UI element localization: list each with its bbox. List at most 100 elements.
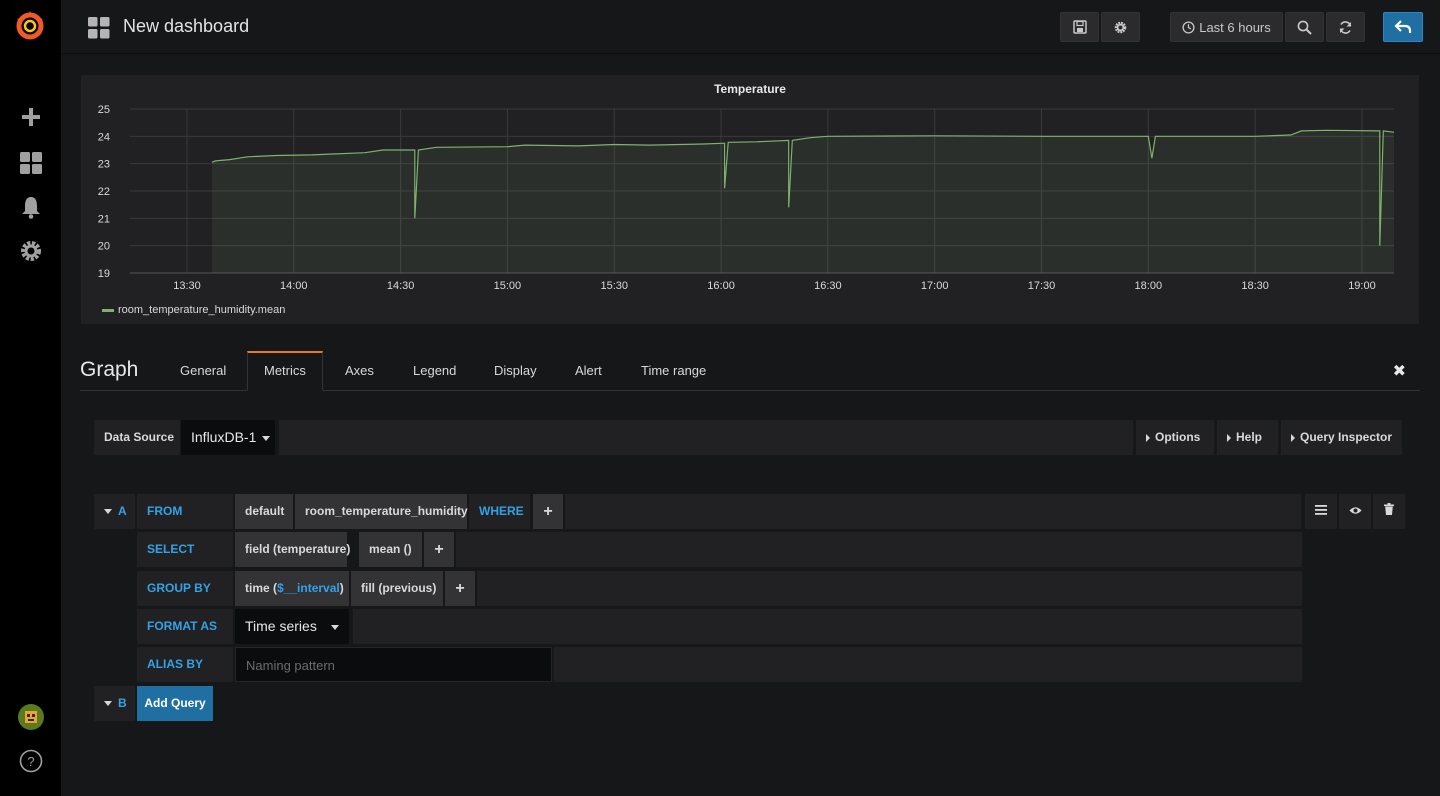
y-tick-label: 25 [98, 104, 110, 116]
trash-icon [1384, 503, 1394, 515]
y-tick-label: 20 [98, 241, 110, 253]
measurement-segment[interactable]: room_temperature_humidity [295, 494, 468, 529]
alias-placeholder: Naming pattern [246, 658, 335, 673]
editor-title: Graph [80, 358, 139, 381]
toggle-visibility-button[interactable] [1339, 494, 1371, 529]
tab-alert[interactable]: Alert [559, 351, 618, 391]
help-icon[interactable]: ? [18, 748, 44, 774]
temperature-chart[interactable]: 13:30 14:00 14:30 15:00 15:30 16:00 16:30 17:00… [81, 95, 1419, 300]
retention-policy-segment[interactable]: default [235, 494, 293, 529]
series-area [211, 130, 1394, 273]
dashboard-title[interactable]: New dashboard [123, 16, 249, 37]
interval-variable: $__interval [277, 581, 340, 595]
panel-title[interactable]: Temperature [81, 82, 1419, 96]
function-segment[interactable]: mean () [359, 532, 422, 567]
query-b-row: B Add Query [94, 686, 294, 721]
x-tick-label: 18:00 [1135, 280, 1163, 292]
y-tick-label: 19 [98, 268, 110, 280]
format-select[interactable]: Time series [235, 609, 349, 644]
where-keyword: WHERE [469, 494, 530, 529]
add-groupby-button[interactable]: + [445, 571, 475, 606]
save-icon [1072, 20, 1087, 34]
query-a-select-row: SELECT field (temperature) mean () + [137, 532, 1302, 567]
bell-icon[interactable] [18, 194, 44, 220]
save-dashboard-button[interactable] [1060, 12, 1099, 42]
query-ref-a: A [118, 504, 127, 518]
x-tick-label: 14:30 [387, 280, 415, 292]
menu-icon [1315, 505, 1327, 515]
from-row-filler [565, 494, 1301, 529]
alias-input[interactable]: Naming pattern [235, 647, 552, 682]
tab-legend[interactable]: Legend [397, 351, 472, 391]
query-a-toggle[interactable]: A [94, 494, 135, 529]
dashboard-settings-button[interactable] [1101, 12, 1140, 42]
time-suffix: ) [339, 581, 344, 595]
x-tick-label: 19:00 [1348, 280, 1376, 292]
tab-axes[interactable]: Axes [329, 351, 390, 391]
chart-legend[interactable]: room_temperature_humidity.mean [102, 304, 285, 316]
chevron-down-icon [104, 701, 112, 707]
query-ref-b: B [118, 696, 127, 710]
y-tick-label: 22 [98, 186, 110, 198]
back-arrow-icon [1394, 20, 1412, 33]
side-nav: ? [0, 0, 61, 796]
avatar[interactable] [18, 704, 44, 730]
legend-series-name[interactable]: room_temperature_humidity.mean [118, 304, 285, 316]
chevron-right-icon [1146, 433, 1150, 442]
query-menu-button[interactable] [1305, 494, 1337, 529]
top-bar: New dashboard Last 6 hours [61, 0, 1440, 54]
select-row-filler [456, 532, 1302, 567]
x-tick-label: 18:30 [1241, 280, 1269, 292]
tab-general[interactable]: General [164, 351, 242, 391]
clock-icon [1182, 20, 1195, 34]
x-tick-label: 17:00 [921, 280, 949, 292]
query-inspector-label: Query Inspector [1300, 430, 1393, 444]
from-keyword: FROM [137, 494, 233, 529]
query-b-toggle[interactable]: B [94, 686, 135, 721]
options-toggle[interactable]: Options [1136, 420, 1214, 455]
format-row-filler [353, 609, 1302, 644]
refresh-button[interactable] [1326, 12, 1365, 42]
help-toggle[interactable]: Help [1217, 420, 1278, 455]
alias-row-filler [554, 647, 1302, 682]
add-query-button[interactable]: Add Query [137, 686, 213, 721]
chevron-right-icon [1291, 433, 1295, 442]
chevron-down-icon [330, 624, 339, 630]
tab-metrics[interactable]: Metrics [247, 351, 323, 391]
tab-display[interactable]: Display [478, 351, 553, 391]
graph-panel[interactable]: Temperature 13:30 14:00 14:30 15:00 15:30 16:… [81, 75, 1419, 324]
tab-time-range[interactable]: Time range [625, 351, 722, 391]
x-tick-label: 17:30 [1028, 280, 1056, 292]
zoom-out-button[interactable] [1285, 12, 1324, 42]
field-segment[interactable]: field (temperature) [235, 532, 350, 567]
datasource-select[interactable]: InfluxDB-1 [181, 420, 275, 455]
gear-icon [1114, 21, 1127, 33]
x-tick-label: 16:30 [814, 280, 842, 292]
plus-icon[interactable] [18, 104, 44, 130]
remove-query-button[interactable] [1373, 494, 1405, 529]
time-prefix: time ( [245, 581, 278, 595]
time-interval-segment[interactable]: time ($__interval) [235, 571, 349, 606]
datasource-row: Data Source InfluxDB-1 Options Help Quer… [94, 420, 1404, 455]
grafana-logo-icon[interactable] [13, 9, 47, 43]
add-where-button[interactable]: + [533, 494, 563, 529]
chevron-down-icon [104, 509, 112, 515]
y-tick-label: 24 [98, 131, 110, 143]
refresh-icon [1339, 20, 1352, 34]
gear-icon[interactable] [18, 238, 44, 264]
back-to-dashboard-button[interactable] [1383, 12, 1423, 42]
close-editor-icon[interactable]: ✖ [1393, 361, 1406, 381]
query-a-format-row: FORMAT AS Time series [137, 609, 1302, 644]
add-select-button[interactable]: + [424, 532, 454, 567]
panel-editor-header: Graph General Metrics Axes Legend Displa… [80, 351, 1420, 391]
y-tick-label: 23 [98, 159, 110, 171]
chevron-right-icon [1227, 433, 1231, 442]
dashboards-icon [88, 17, 110, 39]
chevron-down-icon [262, 435, 271, 441]
x-tick-label: 15:00 [494, 280, 522, 292]
fill-segment[interactable]: fill (previous) [351, 571, 443, 606]
dashboards-icon[interactable] [18, 150, 44, 176]
time-picker-button[interactable]: Last 6 hours [1170, 12, 1283, 42]
datasource-filler [279, 420, 1133, 455]
query-inspector-toggle[interactable]: Query Inspector [1281, 420, 1402, 455]
